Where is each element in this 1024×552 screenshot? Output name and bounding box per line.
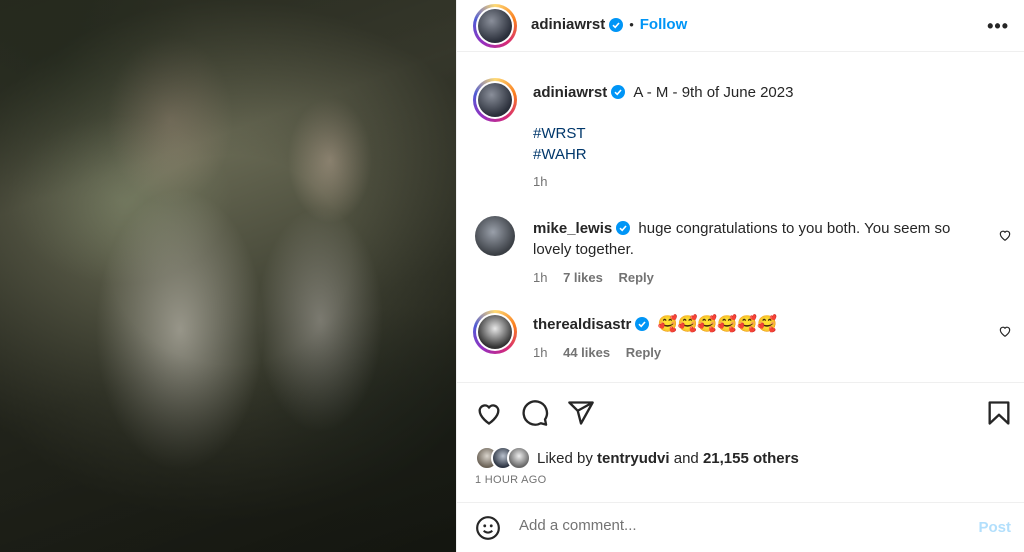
- separator-dot: •: [629, 17, 634, 32]
- more-icon[interactable]: •••: [987, 16, 1009, 37]
- verified-icon: [635, 317, 650, 331]
- likes-middle: and: [673, 449, 699, 467]
- share-icon[interactable]: [567, 399, 595, 427]
- commenter-avatar[interactable]: [475, 216, 515, 256]
- caption-time: 1h: [533, 174, 548, 189]
- comment-icon[interactable]: [521, 399, 549, 427]
- commenter-avatar[interactable]: [473, 310, 517, 354]
- post-time-ago: 1 HOUR AGO: [475, 474, 547, 486]
- author-avatar[interactable]: [473, 4, 517, 48]
- post-photo[interactable]: [0, 0, 456, 552]
- action-bar: [457, 382, 1024, 442]
- author-username[interactable]: adiniawrst: [531, 16, 605, 33]
- save-icon[interactable]: [985, 399, 1013, 427]
- caption-avatar[interactable]: [473, 78, 517, 122]
- comment-bar: Post: [457, 502, 1024, 552]
- heart-icon[interactable]: [475, 399, 503, 427]
- comment-time: 1h: [533, 270, 548, 285]
- caption-text: A - M - 9th of June 2023: [633, 84, 794, 101]
- hashtag-link[interactable]: #WAHR: [533, 144, 1003, 165]
- reply-button[interactable]: Reply: [618, 270, 653, 285]
- post-button[interactable]: Post: [978, 519, 1011, 536]
- verified-icon: [616, 221, 631, 235]
- emoji-icon[interactable]: [475, 515, 501, 541]
- verified-icon: [609, 17, 624, 32]
- likes-prefix: Liked by: [537, 449, 593, 467]
- comment-text: 🥰🥰🥰🥰🥰🥰: [657, 316, 778, 333]
- reply-button[interactable]: Reply: [626, 345, 661, 360]
- liker-username[interactable]: tentryudvi: [597, 450, 670, 467]
- heart-icon[interactable]: [998, 228, 1012, 242]
- heart-icon[interactable]: [998, 324, 1012, 338]
- follow-button[interactable]: Follow: [640, 16, 688, 33]
- comment-time: 1h: [533, 345, 548, 360]
- caption-username[interactable]: adiniawrst: [533, 84, 607, 101]
- hashtag-link[interactable]: #WRST: [533, 123, 1003, 144]
- comment-input[interactable]: [519, 517, 939, 534]
- commenter-username[interactable]: therealdisastr: [533, 316, 631, 333]
- verified-icon: [611, 85, 626, 99]
- comment-likes[interactable]: 7 likes: [563, 270, 603, 285]
- comment-likes[interactable]: 44 likes: [563, 345, 610, 360]
- likes-summary[interactable]: Liked by tentryudvi and 21,155 others: [475, 444, 799, 472]
- commenter-username[interactable]: mike_lewis: [533, 220, 612, 237]
- post-header: adiniawrst • Follow •••: [457, 0, 1024, 52]
- likes-others[interactable]: 21,155 others: [703, 450, 799, 467]
- liker-avatar: [507, 446, 531, 470]
- photo-shade: [0, 0, 456, 552]
- post-side-panel: adiniawrst • Follow ••• adiniawrst A - M…: [456, 0, 1024, 552]
